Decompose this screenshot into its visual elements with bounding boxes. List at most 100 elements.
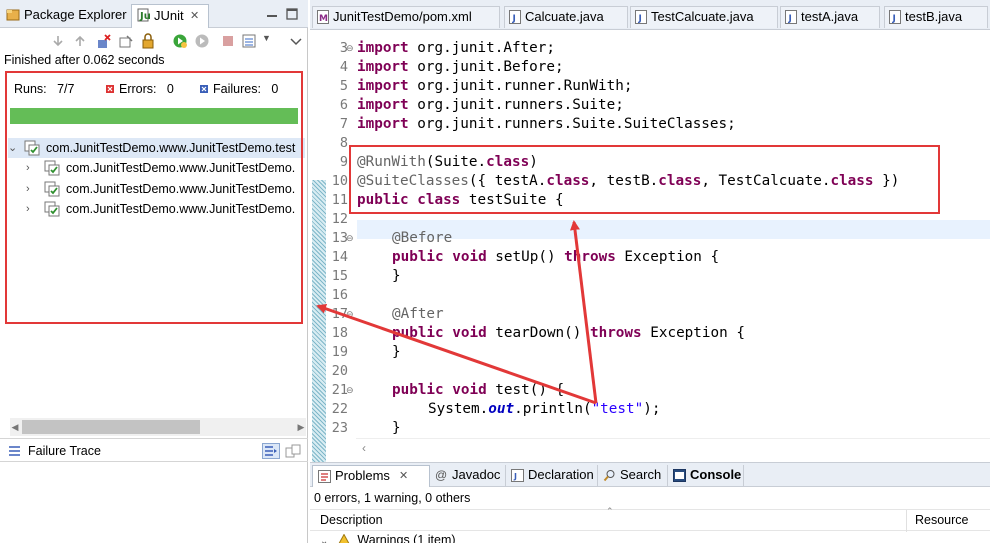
run-status: Finished after 0.062 seconds [4,53,165,67]
column-header-description[interactable]: Description [320,513,383,527]
code-line: import org.junit.runners.Suite.SuiteClas… [357,115,736,134]
editor-tab-bar: M JunitTestDemo/pom.xml J Calcuate.java … [310,0,990,30]
line-number: 18 [331,325,348,341]
failure-trace-header: Failure Trace [0,438,308,462]
code-line: } [392,419,401,438]
keyword: public void [392,382,487,398]
code-line: import org.junit.runner.RunWith; [357,77,632,96]
tab-label: TestCalcuate.java [651,9,754,24]
junit-icon: Ju [137,8,150,22]
junit-toolbar: ▼ [0,30,308,52]
code-text: test() { [486,382,565,398]
tab-testb-java[interactable]: J testB.java [884,6,988,28]
keyword: import [357,97,409,113]
line-number: 22 [331,401,348,417]
column-divider [906,510,907,532]
tree-item-warnings[interactable]: ⌄ Warnings (1 item) [320,533,456,543]
scroll-left-icon[interactable]: ‹ [356,439,372,457]
tab-javadoc[interactable]: @ Javadoc [430,465,506,487]
tab-testcalcuate-java[interactable]: J TestCalcuate.java [630,6,778,28]
javadoc-icon: @ [435,468,448,482]
declaration-icon: J [511,469,524,482]
lock-icon[interactable] [140,33,156,49]
code-text: Exception { [641,325,745,341]
stack-trace-icon [9,446,20,456]
keyword: import [357,40,409,56]
svg-text:Ju: Ju [139,11,150,22]
search-icon [603,470,615,482]
tab-junit[interactable]: Ju JUnit ✕ [131,4,209,28]
view-menu-icon[interactable] [288,33,304,49]
keyword: throws [589,325,642,341]
chevron-down-icon[interactable]: ▼ [262,33,271,43]
rerun-failed-first-icon[interactable] [194,33,210,49]
editor-horizontal-scrollbar[interactable]: ‹ [356,438,990,456]
scroll-left-icon[interactable]: ◀ [10,418,20,436]
next-failure-icon[interactable] [50,33,66,49]
line-number: 15 [331,268,348,284]
maximize-icon[interactable] [286,8,298,20]
console-icon [673,469,686,482]
problems-summary: 0 errors, 1 warning, 0 others [314,491,471,505]
code-line: } [392,343,401,362]
keyword: import [357,59,409,75]
java-file-icon: J [635,10,647,24]
line-number: 11 [331,192,348,208]
tab-label: Package Explorer [24,7,127,22]
tab-label: testB.java [905,9,963,24]
line-number: 9 [339,154,348,170]
tab-declaration[interactable]: J Declaration [506,465,598,487]
svg-text:J: J [892,14,896,24]
junit-view: Package Explorer Ju JUnit ✕ ▼ Finished a… [0,0,308,543]
line-number: 14 [331,249,348,265]
code-line: import org.junit.runners.Suite; [357,96,624,115]
tab-label: Console [690,467,742,482]
fold-collapse-icon[interactable]: ⊖ [346,309,354,320]
tab-console[interactable]: Console [668,465,744,487]
fold-collapse-icon[interactable]: ⊖ [346,43,354,54]
scrollbar-thumb[interactable] [22,420,200,434]
java-editor: M JunitTestDemo/pom.xml J Calcuate.java … [310,0,990,468]
rerun-test-icon[interactable] [172,33,188,49]
close-icon[interactable]: ✕ [190,5,199,27]
close-icon[interactable]: ✕ [399,466,408,486]
test-run-history-icon[interactable] [242,33,258,49]
filter-stack-icon[interactable] [262,443,280,459]
minimize-icon[interactable] [266,8,278,20]
column-header-resource[interactable]: Resource [915,513,969,527]
code-text: org.junit.Before; [408,59,564,75]
code-line: import org.junit.After; [357,39,555,58]
fold-collapse-icon[interactable]: ⊖ [346,385,354,396]
show-failures-only-icon[interactable] [96,33,112,49]
problems-view: Problems ✕ @ Javadoc J Declaration Searc… [310,462,990,543]
code-area[interactable]: import org.junit.After; import org.junit… [357,30,990,438]
tree-horizontal-scrollbar[interactable]: ◀ ▶ [10,418,306,436]
code-text: org.junit.runner.RunWith; [408,78,633,94]
stop-icon[interactable] [220,33,236,49]
svg-text:J: J [638,14,642,24]
code-text: .println( [514,401,592,417]
problems-table-header: Description ⌃ Resource [310,506,990,532]
tab-calcuate-java[interactable]: J Calcuate.java [504,6,628,28]
line-number: 21 [331,382,348,398]
keyword: throws [564,249,616,265]
java-file-icon: J [785,10,797,24]
line-number: 6 [339,97,348,113]
tab-package-explorer[interactable]: Package Explorer [2,5,127,25]
previous-failure-icon[interactable] [72,33,88,49]
warning-icon [338,533,350,543]
tab-label: Problems [335,468,390,483]
tab-pom-xml[interactable]: M JunitTestDemo/pom.xml [312,6,500,28]
fold-collapse-icon[interactable]: ⊖ [346,233,354,244]
compare-result-icon[interactable] [285,443,301,459]
chevron-down-icon[interactable]: ⌄ [320,536,328,543]
tab-testa-java[interactable]: J testA.java [780,6,880,28]
code-line: } [392,267,401,286]
warnings-label: Warnings (1 item) [357,533,456,543]
code-text: Exception { [615,249,720,265]
tab-search[interactable]: Search [598,465,668,487]
scroll-lock-icon[interactable] [118,33,134,49]
tab-problems[interactable]: Problems ✕ [312,465,430,487]
line-number: 8 [339,135,348,151]
scroll-right-icon[interactable]: ▶ [296,418,306,436]
